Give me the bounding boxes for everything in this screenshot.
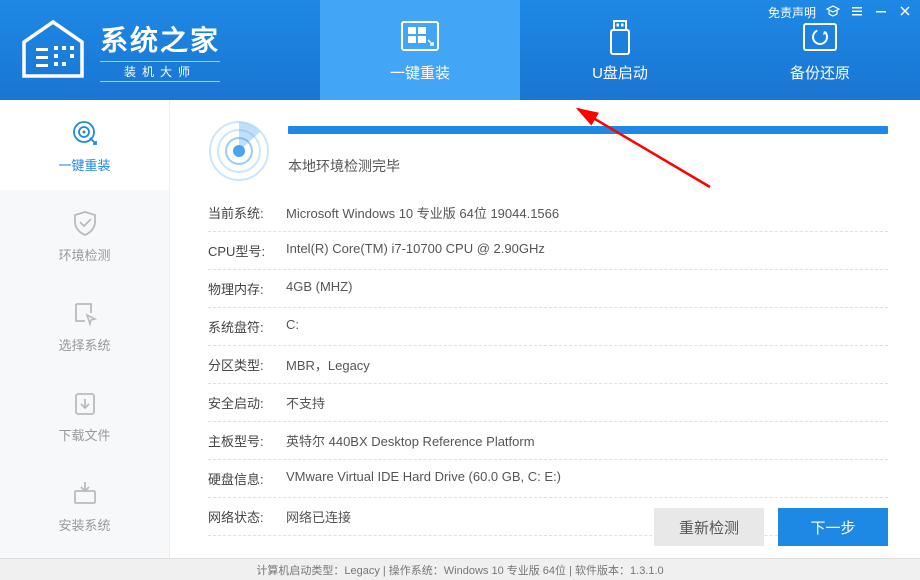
info-label: CPU型号: (208, 241, 286, 260)
info-value: 网络已连接 (286, 507, 351, 526)
header: 系统之家 装机大师 一键重装 U盘启动 备份还原 免责声明 (0, 0, 920, 100)
logo-icon (18, 18, 88, 82)
info-row: CPU型号:Intel(R) Core(TM) i7-10700 CPU @ 2… (208, 232, 888, 270)
sidebar-item-detect[interactable]: 环境检测 (0, 190, 169, 280)
sidebar-item-download[interactable]: 下载文件 (0, 370, 169, 460)
info-value: C: (286, 317, 299, 336)
info-label: 分区类型: (208, 355, 286, 374)
main-panel: 本地环境检测完毕 当前系统:Microsoft Windows 10 专业版 6… (170, 100, 920, 558)
info-label: 硬盘信息: (208, 469, 286, 488)
info-row: 主板型号:英特尔 440BX Desktop Reference Platfor… (208, 422, 888, 460)
info-label: 安全启动: (208, 393, 286, 412)
windows-icon (398, 18, 442, 58)
usb-icon (598, 18, 642, 58)
scan-status: 本地环境检测完毕 (288, 156, 888, 176)
close-button[interactable] (898, 4, 912, 21)
select-icon (69, 297, 101, 329)
info-label: 物理内存: (208, 279, 286, 298)
info-value: Intel(R) Core(TM) i7-10700 CPU @ 2.90GHz (286, 241, 545, 260)
info-value: 4GB (MHZ) (286, 279, 352, 298)
info-value: MBR，Legacy (286, 355, 370, 374)
graduation-icon[interactable] (826, 4, 840, 21)
minimize-button[interactable] (874, 4, 888, 21)
sidebar-item-install[interactable]: 安装系统 (0, 460, 169, 550)
info-value: 英特尔 440BX Desktop Reference Platform (286, 431, 535, 450)
info-label: 网络状态: (208, 507, 286, 526)
install-icon (69, 477, 101, 509)
logo-area: 系统之家 装机大师 (0, 0, 320, 100)
info-value: VMware Virtual IDE Hard Drive (60.0 GB, … (286, 469, 561, 488)
retry-button[interactable]: 重新检测 (654, 508, 764, 546)
progress-bar (288, 126, 888, 134)
info-row: 系统盘符:C: (208, 308, 888, 346)
info-value: 不支持 (286, 393, 325, 412)
app-title: 系统之家 (100, 19, 220, 59)
target-icon (69, 117, 101, 149)
info-row: 当前系统:Microsoft Windows 10 专业版 64位 19044.… (208, 194, 888, 232)
shield-icon (69, 207, 101, 239)
info-value: Microsoft Windows 10 专业版 64位 19044.1566 (286, 203, 559, 222)
info-label: 当前系统: (208, 203, 286, 222)
footer-status: 计算机启动类型：Legacy | 操作系统：Windows 10 专业版 64位… (0, 558, 920, 580)
backup-icon (798, 18, 842, 58)
next-button[interactable]: 下一步 (778, 508, 888, 546)
tab-usb-boot[interactable]: U盘启动 (520, 0, 720, 100)
info-list: 当前系统:Microsoft Windows 10 专业版 64位 19044.… (208, 194, 888, 536)
sidebar-item-reinstall[interactable]: 一键重装 (0, 100, 169, 190)
info-row: 安全启动:不支持 (208, 384, 888, 422)
sidebar-item-select[interactable]: 选择系统 (0, 280, 169, 370)
download-icon (69, 387, 101, 419)
info-row: 硬盘信息:VMware Virtual IDE Hard Drive (60.0… (208, 460, 888, 498)
info-label: 主板型号: (208, 431, 286, 450)
radar-icon (208, 120, 270, 182)
info-row: 物理内存:4GB (MHZ) (208, 270, 888, 308)
info-row: 分区类型:MBR，Legacy (208, 346, 888, 384)
menu-icon[interactable] (850, 4, 864, 21)
tab-reinstall[interactable]: 一键重装 (320, 0, 520, 100)
disclaimer-link[interactable]: 免责声明 (768, 4, 816, 21)
titlebar: 免责声明 (768, 4, 912, 21)
app-subtitle: 装机大师 (100, 61, 220, 82)
info-label: 系统盘符: (208, 317, 286, 336)
sidebar: 一键重装 环境检测 选择系统 下载文件 安装系统 (0, 100, 170, 558)
